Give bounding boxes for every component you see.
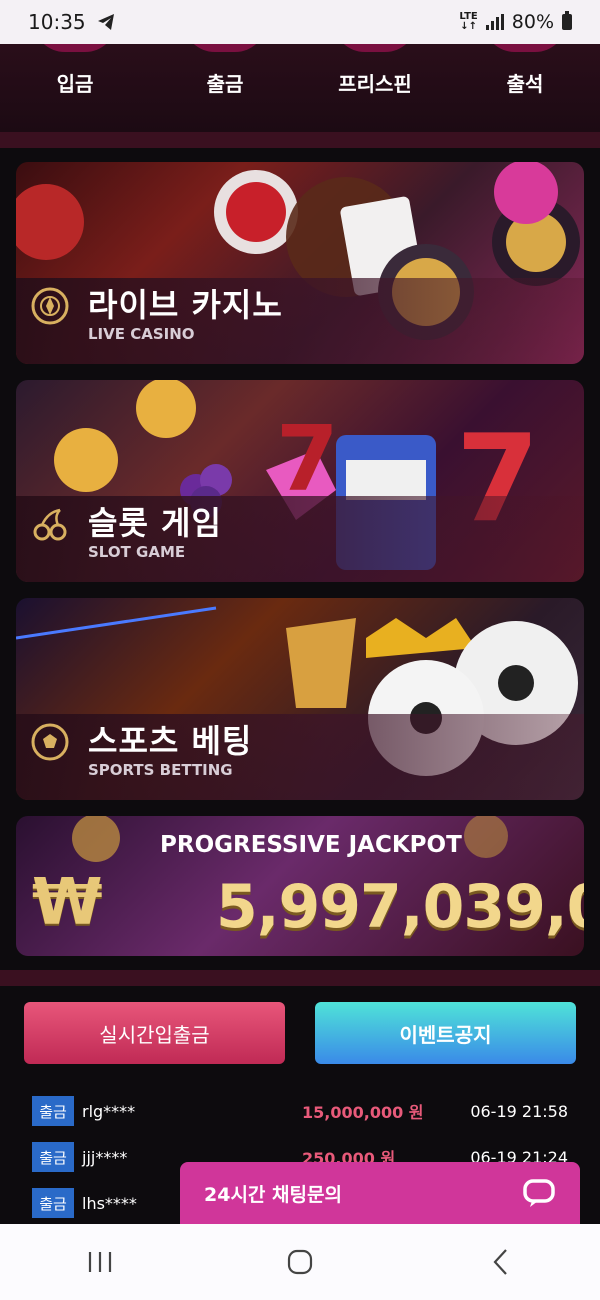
soccer-ball-icon (31, 723, 69, 761)
transaction-date: 06-19 21:58 (470, 1101, 568, 1121)
transaction-user: lhs**** (82, 1193, 137, 1213)
signal-icon (485, 14, 504, 30)
home-button[interactable] (280, 1242, 320, 1282)
banner-slot-game[interactable]: 7 7 슬롯 게임 SLOT GAME (16, 380, 584, 582)
table-row: 출금 rlg**** 15,000,000 원 06-19 21:58 (0, 1088, 600, 1134)
casino-chip-icon (31, 287, 69, 325)
nav-freespin[interactable]: 프리스핀 (300, 44, 450, 132)
jackpot-panel: PROGRESSIVE JACKPOT ₩ 5,997,039,098 (16, 816, 584, 956)
banner-live-casino[interactable]: 라이브 카지노 LIVE CASINO (16, 162, 584, 364)
banner-subtitle: SLOT GAME (88, 543, 186, 561)
status-time: 10:35 (28, 10, 86, 34)
home-icon (287, 1249, 313, 1275)
banner-sports-betting[interactable]: 스포츠 베팅 SPORTS BETTING (16, 598, 584, 800)
transaction-user: jjj**** (82, 1147, 128, 1167)
banner-title: 스포츠 베팅 (88, 722, 253, 760)
status-bar: 10:35 LTE ↓↑ 80% (0, 0, 600, 44)
app-content: 입금 출금 프리스핀 출석 라이브 카지노 LIVE CASINO 7 7 슬롯… (0, 44, 600, 1224)
chat-support-button[interactable]: 24시간 채팅문의 (180, 1162, 580, 1224)
cherry-icon (33, 508, 67, 541)
recent-apps-button[interactable] (80, 1242, 120, 1282)
recent-apps-icon (88, 1252, 112, 1272)
transaction-type: 출금 (32, 1096, 74, 1126)
banner-subtitle: SPORTS BETTING (88, 761, 233, 779)
action-buttons: 실시간입출금 이벤트공지 (0, 986, 600, 1064)
banner-subtitle: LIVE CASINO (88, 325, 195, 343)
back-icon (493, 1249, 507, 1275)
system-nav-bar (0, 1224, 600, 1300)
telegram-icon (97, 14, 114, 30)
battery-icon (562, 11, 572, 30)
jackpot-title: PROGRESSIVE JACKPOT (160, 832, 462, 858)
nav-withdraw[interactable]: 출금 (150, 44, 300, 132)
transaction-amount: 15,000,000 원 (302, 1103, 424, 1122)
nav-deposit[interactable]: 입금 (0, 44, 150, 132)
battery-percent: 80% (511, 11, 554, 33)
back-button[interactable] (480, 1242, 520, 1282)
transaction-type: 출금 (32, 1188, 74, 1218)
network-type: LTE ↓↑ (459, 11, 478, 32)
nav-divider (0, 132, 600, 148)
realtime-transactions-button[interactable]: 실시간입출금 (24, 1002, 285, 1064)
jackpot-amount: 5,997,039,098 (216, 872, 584, 942)
top-nav: 입금 출금 프리스핀 출석 (0, 44, 600, 132)
banner-title: 슬롯 게임 (88, 504, 222, 542)
won-icon: ₩ (32, 866, 103, 940)
transaction-type: 출금 (32, 1142, 74, 1172)
chat-bubble-icon (523, 1179, 555, 1207)
nav-attendance[interactable]: 출석 (450, 44, 600, 132)
banner-title: 라이브 카지노 (88, 286, 283, 324)
event-notice-button[interactable]: 이벤트공지 (315, 1002, 576, 1064)
transaction-user: rlg**** (82, 1101, 136, 1121)
chat-label: 24시간 채팅문의 (204, 1183, 342, 1206)
